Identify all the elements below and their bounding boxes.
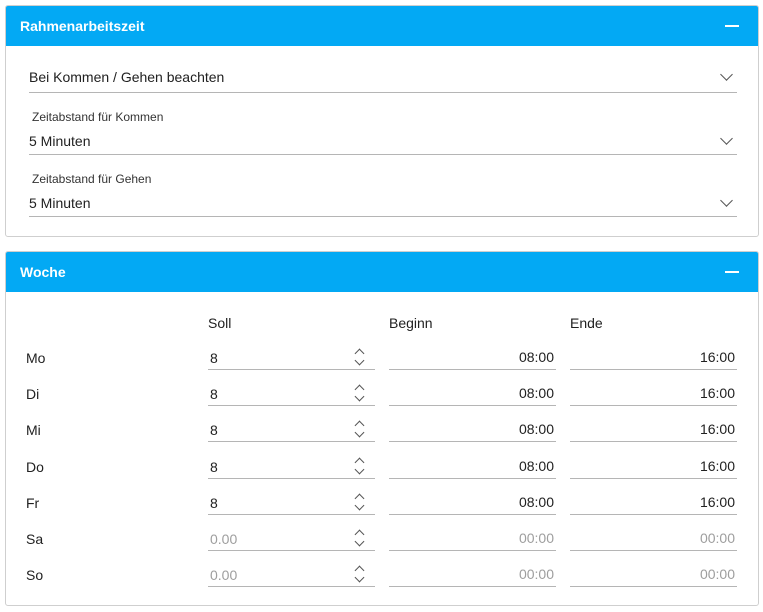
beginn-input[interactable]: 00:00 <box>389 527 556 551</box>
soll-value: 8 <box>210 350 218 366</box>
beginn-input[interactable]: 08:00 <box>389 455 556 479</box>
day-label: Mo <box>26 350 46 366</box>
beginn-value: 08:00 <box>518 494 554 510</box>
spinner-icon[interactable] <box>354 563 366 585</box>
day-label: Mi <box>26 422 41 438</box>
rahmenarbeitszeit-title: Rahmenarbeitszeit <box>20 18 145 34</box>
soll-value: 8 <box>210 495 218 511</box>
soll-value: 8 <box>210 422 218 438</box>
ende-value: 16:00 <box>699 421 735 437</box>
spinner-icon[interactable] <box>354 418 366 440</box>
beginn-value: 08:00 <box>518 458 554 474</box>
day-label: Do <box>26 459 44 475</box>
woche-panel: Woche Soll Beginn Ende Mo 8 08:00 16:00 Di 8 0… <box>5 251 759 606</box>
ende-value: 16:00 <box>699 458 735 474</box>
ende-value: 16:00 <box>699 349 735 365</box>
soll-value: 8 <box>210 459 218 475</box>
ende-input[interactable]: 16:00 <box>570 455 737 479</box>
kommen-interval-select[interactable]: Zeitabstand für Kommen 5 Minuten <box>29 110 737 155</box>
collapse-icon[interactable] <box>724 264 740 280</box>
beginn-input[interactable]: 08:00 <box>389 346 556 370</box>
soll-value: 8 <box>210 386 218 402</box>
collapse-icon[interactable] <box>724 18 740 34</box>
ende-input[interactable]: 00:00 <box>570 563 737 587</box>
spinner-icon[interactable] <box>354 455 366 477</box>
soll-input[interactable]: 0.00 <box>208 527 375 551</box>
ende-value: 16:00 <box>699 494 735 510</box>
soll-column-header: Soll <box>208 315 232 331</box>
soll-input[interactable]: 8 <box>208 491 375 515</box>
beginn-input[interactable]: 08:00 <box>389 491 556 515</box>
mode-select[interactable]: Bei Kommen / Gehen beachten <box>29 64 737 93</box>
mode-select-value: Bei Kommen / Gehen beachten <box>29 69 225 85</box>
kommen-interval-label: Zeitabstand für Kommen <box>32 110 164 124</box>
soll-value: 0.00 <box>210 567 238 583</box>
woche-title: Woche <box>20 264 66 280</box>
chevron-down-icon <box>720 68 733 81</box>
soll-input[interactable]: 0.00 <box>208 563 375 587</box>
beginn-column-header: Beginn <box>389 315 433 331</box>
spinner-icon[interactable] <box>354 382 366 404</box>
day-label: So <box>26 567 44 583</box>
beginn-value: 08:00 <box>518 421 554 437</box>
soll-value: 0.00 <box>210 531 238 547</box>
gehen-interval-value: 5 Minuten <box>29 195 91 211</box>
beginn-value: 00:00 <box>518 566 554 582</box>
ende-value: 00:00 <box>699 566 735 582</box>
ende-input[interactable]: 16:00 <box>570 491 737 515</box>
gehen-interval-select[interactable]: Zeitabstand für Gehen 5 Minuten <box>29 172 737 217</box>
ende-input[interactable]: 00:00 <box>570 527 737 551</box>
chevron-down-icon <box>720 132 733 145</box>
spinner-icon[interactable] <box>354 527 366 549</box>
beginn-value: 08:00 <box>518 349 554 365</box>
ende-value: 16:00 <box>699 385 735 401</box>
beginn-input[interactable]: 00:00 <box>389 563 556 587</box>
ende-input[interactable]: 16:00 <box>570 346 737 370</box>
beginn-value: 00:00 <box>518 530 554 546</box>
spinner-icon[interactable] <box>354 346 366 368</box>
soll-input[interactable]: 8 <box>208 382 375 406</box>
day-label: Sa <box>26 531 44 547</box>
rahmenarbeitszeit-header[interactable]: Rahmenarbeitszeit <box>6 6 758 46</box>
soll-input[interactable]: 8 <box>208 346 375 370</box>
ende-value: 00:00 <box>699 530 735 546</box>
ende-input[interactable]: 16:00 <box>570 382 737 406</box>
soll-input[interactable]: 8 <box>208 455 375 479</box>
day-label: Di <box>26 386 40 402</box>
chevron-down-icon <box>720 194 733 207</box>
beginn-input[interactable]: 08:00 <box>389 418 556 442</box>
soll-input[interactable]: 8 <box>208 418 375 442</box>
woche-header[interactable]: Woche <box>6 252 758 292</box>
ende-input[interactable]: 16:00 <box>570 418 737 442</box>
rahmenarbeitszeit-panel: Rahmenarbeitszeit Bei Kommen / Gehen bea… <box>5 5 759 237</box>
day-label: Fr <box>26 495 40 511</box>
kommen-interval-value: 5 Minuten <box>29 133 91 149</box>
ende-column-header: Ende <box>570 315 603 331</box>
beginn-input[interactable]: 08:00 <box>389 382 556 406</box>
spinner-icon[interactable] <box>354 491 366 513</box>
beginn-value: 08:00 <box>518 385 554 401</box>
gehen-interval-label: Zeitabstand für Gehen <box>32 172 152 186</box>
